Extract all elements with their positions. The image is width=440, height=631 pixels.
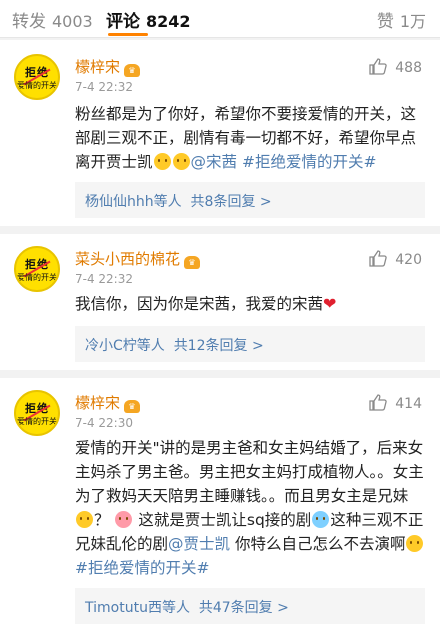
comment-time: 7-4 22:32 <box>75 272 133 286</box>
reply-users: Timotutu西等人 <box>85 600 190 616</box>
tab-reposts-label: 转发 <box>12 12 46 32</box>
active-tab-indicator <box>108 33 148 36</box>
username[interactable]: 檬梓宋 ♛ <box>75 392 141 413</box>
tab-reposts-count: 4003 <box>52 12 93 31</box>
tab-reposts[interactable]: 转发 4003 <box>12 7 93 32</box>
crying-emoji-icon <box>172 153 190 170</box>
like-count: 414 <box>395 396 422 412</box>
comment-text: 粉丝都是为了你好，希望你不要接爱情的开关，这部剧三观不正，剧情有毒一切都不好，希… <box>75 105 417 171</box>
tab-likes-label: 赞 <box>376 12 394 32</box>
thumbs-up-icon <box>369 58 387 75</box>
avatar[interactable]: 拒绝 爱情的开关 <box>14 390 60 436</box>
like-button[interactable]: 414 <box>369 394 422 412</box>
crying-emoji-icon <box>153 153 171 170</box>
mention-link[interactable]: @宋茜 <box>191 153 238 171</box>
like-count: 488 <box>395 60 422 76</box>
sweat-emoji-icon <box>312 511 330 528</box>
tab-comments-count: 8242 <box>146 12 191 31</box>
tab-likes-count: 1万 <box>399 12 426 31</box>
comment-item: 拒绝 爱情的开关 檬梓宋 ♛ 7-4 22:30 414 爱情的开关"讲的是男主爸… <box>0 378 440 631</box>
hashtag-link[interactable]: #拒绝爱情的开关# <box>242 153 376 171</box>
comment-tabs-bar: 转发 4003 评论 8242 赞 1万 <box>0 0 440 38</box>
comment-time: 7-4 22:30 <box>75 416 133 430</box>
tab-comments[interactable]: 评论 8242 <box>106 7 191 32</box>
comment-text: 爱情的开关"讲的是男主爸和女主妈结婚了，后来女主妈杀了男主爸。男主把女主妈打成植… <box>75 439 424 577</box>
avatar[interactable]: 拒绝 爱情的开关 <box>14 246 60 292</box>
kiss-emoji-icon <box>115 511 133 528</box>
like-button[interactable]: 420 <box>369 250 422 268</box>
reply-users: 冷小C柠等人 <box>85 338 165 354</box>
like-count: 420 <box>395 252 422 268</box>
mention-link[interactable]: @贾士凯 <box>168 535 230 553</box>
comment-item: 拒绝 爱情的开关 菜头小西的棉花 ♛ 7-4 22:32 420 我信你，因为你是… <box>0 234 440 370</box>
reply-count: 共12条回复 > <box>173 338 264 354</box>
reply-users: 杨仙仙hhh等人 <box>85 194 182 210</box>
tab-likes[interactable]: 赞 1万 <box>377 7 426 32</box>
smile-emoji-icon <box>76 511 93 528</box>
vip-crown-icon: ♛ <box>124 64 141 77</box>
replies-summary[interactable]: Timotutu西等人 共47条回复 > <box>75 588 425 624</box>
thumbs-up-icon <box>369 394 387 411</box>
tab-comments-label: 评论 <box>106 12 140 32</box>
vip-crown-icon: ♛ <box>184 256 201 269</box>
username[interactable]: 菜头小西的棉花 ♛ <box>75 248 201 269</box>
vip-crown-icon: ♛ <box>124 400 141 413</box>
thumbs-up-icon <box>369 250 387 267</box>
comment-text: 我信你，因为你是宋茜，我爱的宋茜❤ <box>75 294 337 313</box>
heart-emoji-icon: ❤ <box>323 294 337 313</box>
reply-count: 共47条回复 > <box>198 600 289 616</box>
username[interactable]: 檬梓宋 ♛ <box>75 56 141 77</box>
like-button[interactable]: 488 <box>369 58 422 76</box>
comment-item: 拒绝 爱情的开关 檬梓宋 ♛ 7-4 22:32 488 粉丝都是为了你好，希望你… <box>0 40 440 226</box>
replies-summary[interactable]: 冷小C柠等人 共12条回复 > <box>75 326 425 362</box>
hashtag-link[interactable]: #拒绝爱情的开关# <box>75 559 209 577</box>
reply-count: 共8条回复 > <box>190 194 272 210</box>
comment-time: 7-4 22:32 <box>75 80 133 94</box>
replies-summary[interactable]: 杨仙仙hhh等人 共8条回复 > <box>75 182 425 218</box>
smile-emoji-icon <box>406 535 424 552</box>
avatar[interactable]: 拒绝 爱情的开关 <box>14 54 60 100</box>
